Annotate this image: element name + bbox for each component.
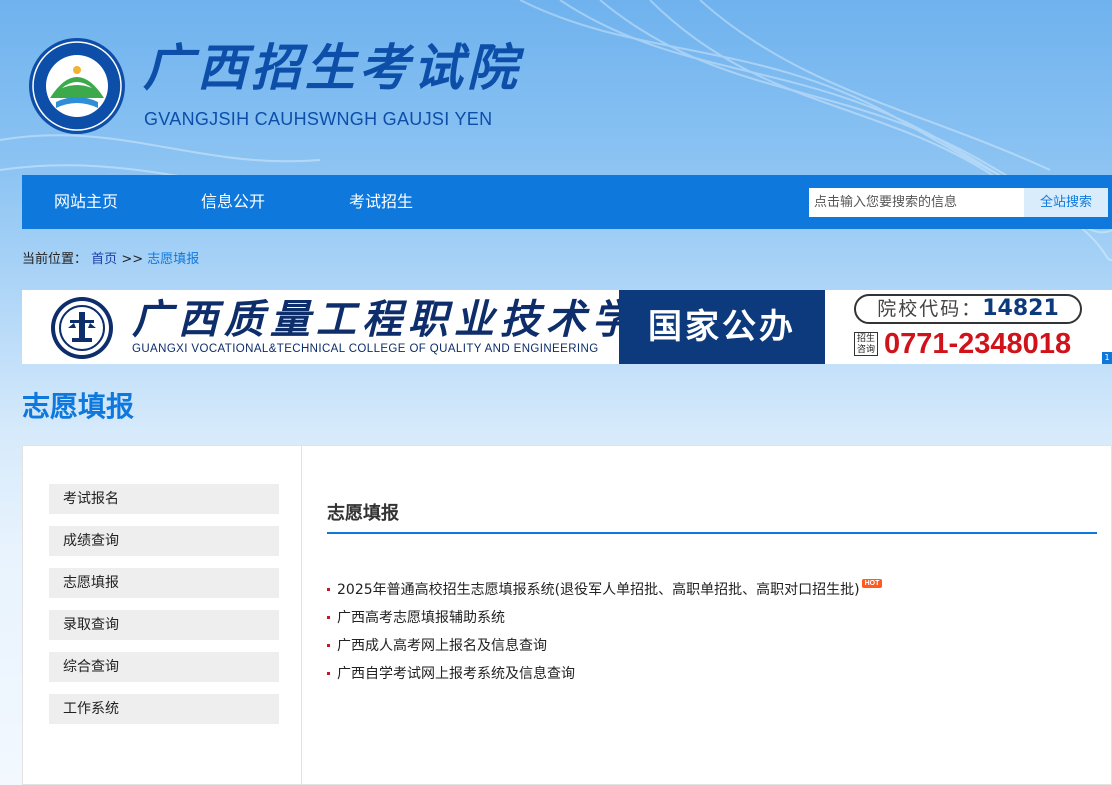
banner-corner-mark: 1 [1102, 352, 1112, 364]
main-content: 志愿填报 2025年普通高校招生志愿填报系统(退役军人单招批、高职单招批、高职对… [303, 446, 1112, 785]
search-input[interactable] [809, 188, 1024, 217]
sidebar-item-general-query[interactable]: 综合查询 [49, 652, 279, 682]
banner-college-name: 广西质量工程职业技术学院 [132, 296, 684, 343]
list-item[interactable]: 广西成人高考网上报名及信息查询 [327, 636, 547, 656]
banner-code-value: 14821 [982, 296, 1059, 321]
search-button[interactable]: 全站搜索 [1024, 188, 1108, 217]
banner-public-tag: 国家公办 [619, 290, 825, 364]
breadcrumb-prefix: 当前位置： [22, 252, 88, 267]
sidebar-item-exam-registration[interactable]: 考试报名 [49, 484, 279, 514]
nav-item-home[interactable]: 网站主页 [54, 175, 118, 229]
site-title: 广西招生考试院 [143, 38, 521, 97]
bullet-icon [327, 615, 330, 619]
bullet-icon [327, 643, 330, 647]
bullet-icon [327, 671, 330, 675]
hot-badge: HOT [861, 579, 883, 588]
banner-code-label: 院校代码： [877, 298, 983, 320]
list-item-text[interactable]: 广西自学考试网上报考系统及信息查询 [337, 666, 575, 682]
list-item[interactable]: 广西高考志愿填报辅助系统 [327, 608, 505, 628]
nav-item-public-info[interactable]: 信息公开 [201, 175, 265, 229]
list-item-text[interactable]: 广西高考志愿填报辅助系统 [337, 610, 505, 626]
banner-consult-label: 招生咨询 [854, 332, 878, 356]
banner-phone: 0771-2348018 [884, 328, 1072, 360]
breadcrumb-current[interactable]: 志愿填报 [147, 252, 199, 267]
section-divider [327, 532, 1097, 534]
breadcrumb: 当前位置： 首页 >> 志愿填报 [22, 252, 199, 268]
sidebar-item-admission-query[interactable]: 录取查询 [49, 610, 279, 640]
nav-item-exam-enrollment[interactable]: 考试招生 [349, 175, 413, 229]
section-title: 志愿填报 [327, 503, 399, 524]
list-item-text[interactable]: 2025年普通高校招生志愿填报系统(退役军人单招批、高职单招批、高职对口招生批) [337, 582, 860, 598]
college-seal-icon [51, 297, 113, 359]
logo-emblem [29, 38, 125, 134]
list-item[interactable]: 2025年普通高校招生志愿填报系统(退役军人单招批、高职单招批、高职对口招生批)… [327, 579, 883, 600]
site-subtitle: GVANGJSIH CAUHSWNGH GAUJSI YEN [144, 109, 493, 129]
page-title: 志愿填报 [22, 390, 135, 423]
breadcrumb-home-link[interactable]: 首页 [91, 252, 117, 267]
content-panel: 考试报名 成绩查询 志愿填报 录取查询 综合查询 工作系统 志愿填报 2025年… [22, 445, 1112, 785]
breadcrumb-separator: >> [121, 252, 144, 267]
sidebar: 考试报名 成绩查询 志愿填报 录取查询 综合查询 工作系统 [23, 446, 302, 785]
banner-college-name-en: GUANGXI VOCATIONAL&TECHNICAL COLLEGE OF … [132, 343, 599, 355]
bullet-icon [327, 587, 330, 591]
list-item-text[interactable]: 广西成人高考网上报名及信息查询 [337, 638, 547, 654]
banner-school-code: 院校代码：14821 [854, 294, 1082, 324]
sidebar-item-application[interactable]: 志愿填报 [49, 568, 279, 598]
sidebar-item-score-query[interactable]: 成绩查询 [49, 526, 279, 556]
sidebar-item-work-system[interactable]: 工作系统 [49, 694, 279, 724]
list-item[interactable]: 广西自学考试网上报考系统及信息查询 [327, 664, 575, 684]
college-ad-banner[interactable]: 广西质量工程职业技术学院 GUANGXI VOCATIONAL&TECHNICA… [22, 290, 1112, 364]
main-nav: 网站主页 信息公开 考试招生 全站搜索 [22, 175, 1112, 229]
